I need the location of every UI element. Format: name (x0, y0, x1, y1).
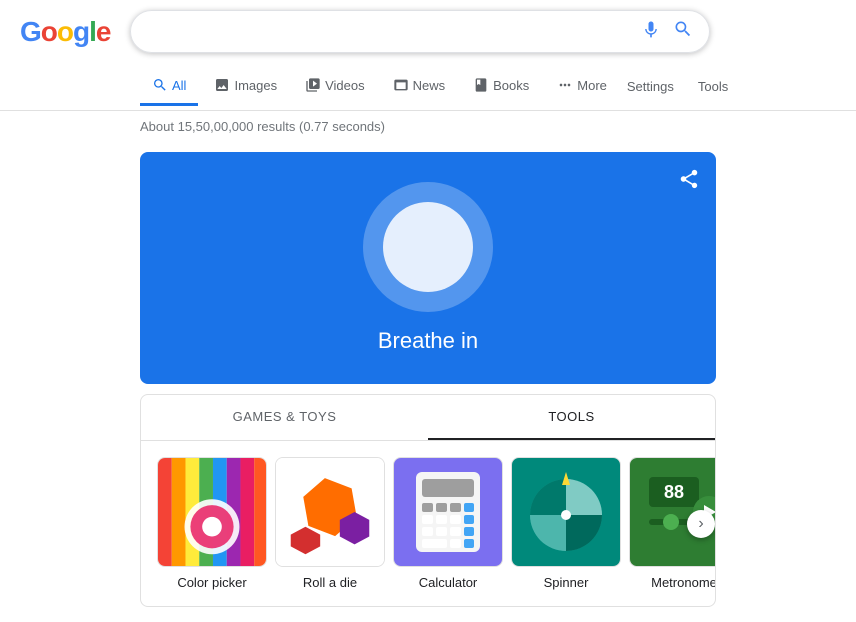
logo-letter-g2: g (73, 16, 89, 48)
share-icon[interactable] (678, 168, 700, 196)
tool-img-spinner (511, 457, 621, 567)
google-logo: Google (20, 16, 110, 48)
nav-item-videos[interactable]: Videos (293, 67, 377, 106)
nav-label-more: More (577, 78, 607, 93)
search-bar: breathing exercise (130, 10, 710, 53)
nav-tools[interactable]: Tools (694, 69, 732, 104)
nav-item-images[interactable]: Images (202, 67, 289, 106)
breathing-circle-outer (363, 182, 493, 312)
tool-card-spinner[interactable]: Spinner (511, 457, 621, 590)
tool-img-calculator (393, 457, 503, 567)
nav-right: Settings Tools (623, 69, 732, 104)
microphone-icon[interactable] (641, 19, 661, 44)
nav-label-all: All (172, 78, 186, 93)
tool-card-color-picker[interactable]: Color picker (157, 457, 267, 590)
tools-items: Color picker Roll a die (141, 441, 715, 606)
nav-label-videos: Videos (325, 78, 365, 93)
search-input[interactable]: breathing exercise (147, 23, 641, 41)
tool-card-roll-die[interactable]: Roll a die (275, 457, 385, 590)
tool-img-color-picker (157, 457, 267, 567)
logo-letter-g: G (20, 16, 41, 48)
nav-item-news[interactable]: News (381, 67, 458, 106)
breathe-text: Breathe in (378, 328, 478, 354)
tools-items-wrapper: Color picker Roll a die (141, 441, 715, 606)
results-count: About 15,50,00,000 results (0.77 seconds… (0, 111, 856, 142)
tab-tools[interactable]: TOOLS (428, 395, 715, 440)
nav-label-news: News (413, 78, 446, 93)
logo-letter-l: l (89, 16, 96, 48)
header: Google breathing exercise (0, 0, 856, 63)
tool-label-spinner: Spinner (544, 575, 589, 590)
nav-settings[interactable]: Settings (623, 69, 678, 104)
tool-label-metronome: Metronome (651, 575, 715, 590)
nav-label-images: Images (234, 78, 277, 93)
breathing-widget: Breathe in (140, 152, 716, 384)
tool-card-calculator[interactable]: Calculator (393, 457, 503, 590)
tools-tabs: GAMES & TOYS TOOLS (141, 395, 715, 441)
breathing-circle-inner (383, 202, 473, 292)
nav-item-all[interactable]: All (140, 67, 198, 106)
search-icon[interactable] (673, 19, 693, 44)
tools-section: GAMES & TOYS TOOLS (140, 394, 716, 607)
nav-label-books: Books (493, 78, 529, 93)
tool-img-roll-die (275, 457, 385, 567)
logo-letter-o1: o (41, 16, 57, 48)
nav-bar: All Images Videos News Books More Settin… (0, 63, 856, 111)
next-arrow[interactable]: › (687, 510, 715, 538)
tool-label-color-picker: Color picker (177, 575, 246, 590)
logo-letter-o2: o (57, 16, 73, 48)
tab-games-toys[interactable]: GAMES & TOYS (141, 395, 428, 440)
logo-letter-e: e (96, 16, 111, 48)
svg-text:88: 88 (664, 482, 684, 502)
tool-label-roll-die: Roll a die (303, 575, 357, 590)
nav-item-books[interactable]: Books (461, 67, 541, 106)
nav-item-more[interactable]: More (545, 67, 619, 106)
search-icons (641, 19, 693, 44)
tool-label-calculator: Calculator (419, 575, 478, 590)
